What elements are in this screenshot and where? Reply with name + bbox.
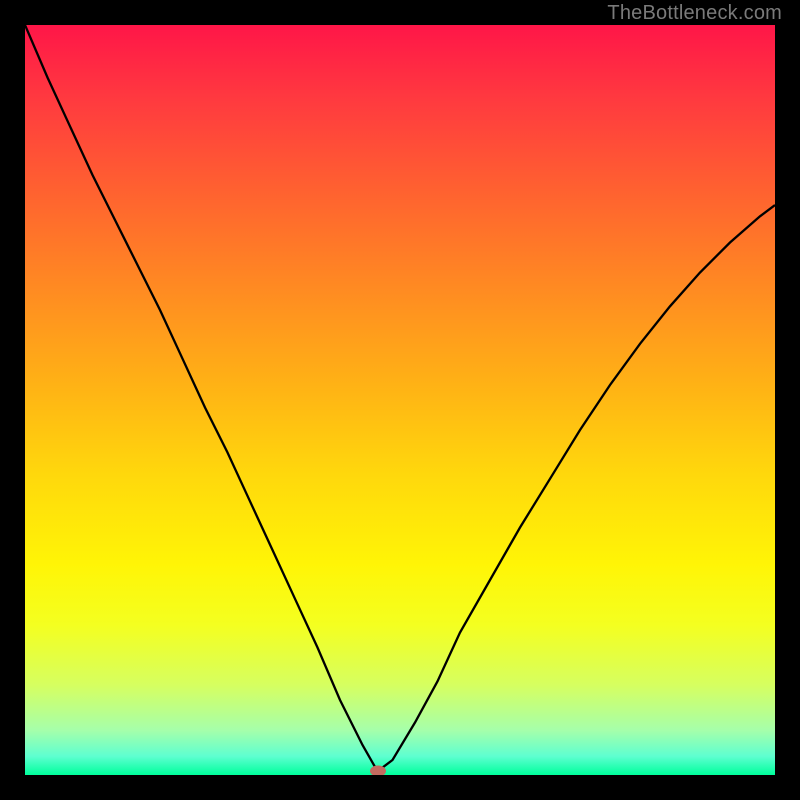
bottleneck-curve xyxy=(25,25,775,775)
watermark-credit: TheBottleneck.com xyxy=(607,2,782,25)
chart-frame: TheBottleneck.com xyxy=(0,0,800,800)
plot-area xyxy=(25,25,775,775)
optimal-point-marker xyxy=(370,766,386,775)
